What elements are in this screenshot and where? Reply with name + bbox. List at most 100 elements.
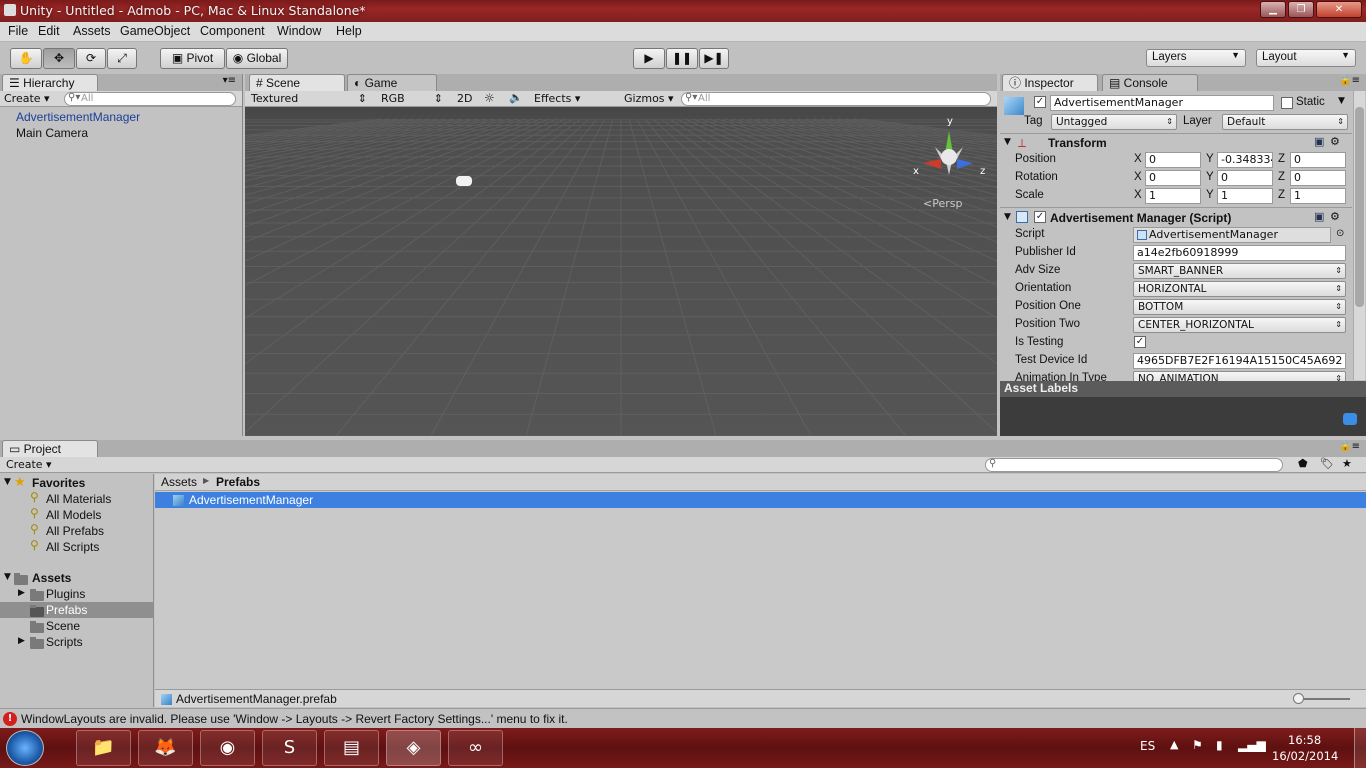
adv-size-dropdown[interactable]: SMART_BANNER ⇕ [1133,263,1346,279]
scrollbar-thumb[interactable] [1355,107,1364,307]
foldout-arrow-icon[interactable]: ▼ [4,572,11,582]
play-button[interactable]: ▶ [633,48,665,69]
hierarchy-search-input[interactable]: ⚲▾ All [64,92,236,106]
hand-tool-icon[interactable]: ✋ [10,48,42,69]
favorite-item[interactable]: All Models [46,508,101,522]
explorer-icon[interactable]: 📁 [76,730,131,766]
firefox-icon[interactable]: 🦊 [138,730,193,766]
move-tool-icon[interactable]: ✥ [43,48,75,69]
tab-scene[interactable]: # Scene [249,74,345,91]
layers-dropdown[interactable]: Layers ▼ [1146,49,1246,67]
signal-icon[interactable]: ▂▄▆ [1238,738,1266,752]
publisher-id-field[interactable]: a14e2fb60918999 [1133,245,1346,261]
clock-date[interactable]: 16/02/2014 [1272,749,1338,763]
maximize-button[interactable]: ❐ [1288,1,1314,18]
tab-hierarchy[interactable]: ☰ Hierarchy [2,74,98,91]
close-button[interactable]: ✕ [1316,1,1362,18]
scene-viewport[interactable]: y x z <Persp [245,107,997,436]
breadcrumb-current[interactable]: Prefabs [216,475,260,489]
static-checkbox[interactable] [1281,97,1293,109]
lock-icon[interactable]: 🔒≡ [1339,441,1360,452]
position-y-field[interactable]: -0.348334 [1217,152,1273,168]
list-item-selected[interactable]: AdvertisementManager [155,492,1366,508]
position-two-dropdown[interactable]: CENTER_HORIZONTAL ⇕ [1133,317,1346,333]
tab-inspector[interactable]: ⓘ Inspector [1002,74,1098,91]
visual-studio-icon[interactable]: ∞ [448,730,503,766]
favorite-item[interactable]: All Prefabs [46,524,104,538]
step-button[interactable]: ▶❚ [699,48,729,69]
favorite-item[interactable]: All Materials [46,492,111,506]
battery-icon[interactable]: ▮ [1216,738,1223,752]
render-mode-dropdown[interactable]: Textured ⇕ [251,92,369,105]
asset-label-icon[interactable] [1343,413,1357,425]
layout-dropdown[interactable]: Layout ▼ [1256,49,1356,67]
foldout-arrow-icon[interactable]: ▶ [18,588,25,598]
color-mode-dropdown[interactable]: RGB ⇕ [381,92,445,105]
favorite-star-icon[interactable]: ★ [1342,457,1352,470]
start-button[interactable] [6,730,44,766]
tag-dropdown[interactable]: Untagged ⇕ [1051,114,1177,130]
position-x-field[interactable]: 0 [1145,152,1201,168]
help-icon[interactable]: ▣ [1314,210,1324,223]
menu-edit[interactable]: Edit [38,24,60,38]
foldout-arrow-icon[interactable]: ▼ [1004,212,1011,222]
position-one-dropdown[interactable]: BOTTOM ⇕ [1133,299,1346,315]
breadcrumb-root[interactable]: Assets [161,475,197,489]
object-picker-icon[interactable]: ⊙ [1336,228,1344,239]
2d-toggle[interactable]: 2D [457,92,472,105]
menu-window[interactable]: Window [277,24,321,38]
gizmos-dropdown[interactable]: Gizmos ▾ [624,92,674,105]
terminal-icon[interactable]: ▤ [324,730,379,766]
tab-console[interactable]: ▤ Console [1102,74,1198,91]
scene-search-input[interactable]: ⚲▾ All [681,92,991,106]
scale-tool-icon[interactable]: ⤢ [107,48,137,69]
script-object-field[interactable]: AdvertisementManager [1133,227,1331,243]
clock-time[interactable]: 16:58 [1288,733,1321,747]
menu-help[interactable]: Help [336,24,362,38]
folder-item[interactable]: Scene [46,619,80,633]
inspector-scrollbar[interactable] [1353,91,1365,380]
rotation-x-field[interactable]: 0 [1145,170,1201,186]
audio-toggle-icon[interactable]: 🔈 [509,91,523,104]
lock-icon[interactable]: 🔒≡ [1339,75,1360,86]
help-icon[interactable]: ▣ [1314,135,1324,148]
project-create-button[interactable]: Create ▾ [6,458,52,471]
folder-item[interactable]: Prefabs [46,603,87,617]
menu-component[interactable]: Component [200,24,265,38]
position-z-field[interactable]: 0 [1290,152,1346,168]
show-desktop-button[interactable] [1354,728,1366,768]
test-device-id-field[interactable]: 4965DFB7E2F16194A15150C45A692 [1133,353,1346,369]
is-testing-checkbox[interactable]: ✓ [1134,336,1146,348]
gear-icon[interactable]: ⚙ [1330,210,1340,223]
hierarchy-item[interactable]: AdvertisementManager [16,110,140,124]
panel-menu-icon[interactable]: ▾≡ [223,75,236,86]
rotation-z-field[interactable]: 0 [1290,170,1346,186]
lighting-toggle-icon[interactable]: ☼ [484,91,495,105]
menu-gameobject[interactable]: GameObject [120,24,190,38]
chrome-icon[interactable]: ◉ [200,730,255,766]
favorite-item[interactable]: All Scripts [46,540,99,554]
unity-taskbar-icon[interactable]: ◈ [386,730,441,766]
rotate-tool-icon[interactable]: ⟳ [76,48,106,69]
filter-label-icon[interactable]: 🏷 [1320,457,1334,470]
chevron-down-icon[interactable]: ▼ [1338,96,1345,106]
language-indicator[interactable]: ES [1140,739,1155,753]
component-enabled-checkbox[interactable]: ✓ [1034,211,1046,223]
foldout-arrow-icon[interactable]: ▼ [1004,137,1011,147]
object-name-field[interactable]: AdvertisementManager [1050,95,1274,111]
pivot-toggle[interactable]: ▣ Pivot [160,48,225,69]
projection-toggle[interactable]: <Persp [923,197,962,210]
scale-y-field[interactable]: 1 [1217,188,1273,204]
rotation-y-field[interactable]: 0 [1217,170,1273,186]
orientation-dropdown[interactable]: HORIZONTAL ⇕ [1133,281,1346,297]
effects-dropdown[interactable]: Effects ▾ [534,92,580,105]
tab-game[interactable]: ◐ Game [347,74,437,91]
tab-project[interactable]: ▭ Project [2,440,98,457]
global-toggle[interactable]: ◉ Global [226,48,288,69]
foldout-arrow-icon[interactable]: ▶ [18,636,25,646]
folder-item[interactable]: Plugins [46,587,85,601]
foldout-arrow-icon[interactable]: ▼ [4,477,11,487]
filter-type-icon[interactable]: ⬟ [1298,457,1308,470]
scale-x-field[interactable]: 1 [1145,188,1201,204]
scale-z-field[interactable]: 1 [1290,188,1346,204]
